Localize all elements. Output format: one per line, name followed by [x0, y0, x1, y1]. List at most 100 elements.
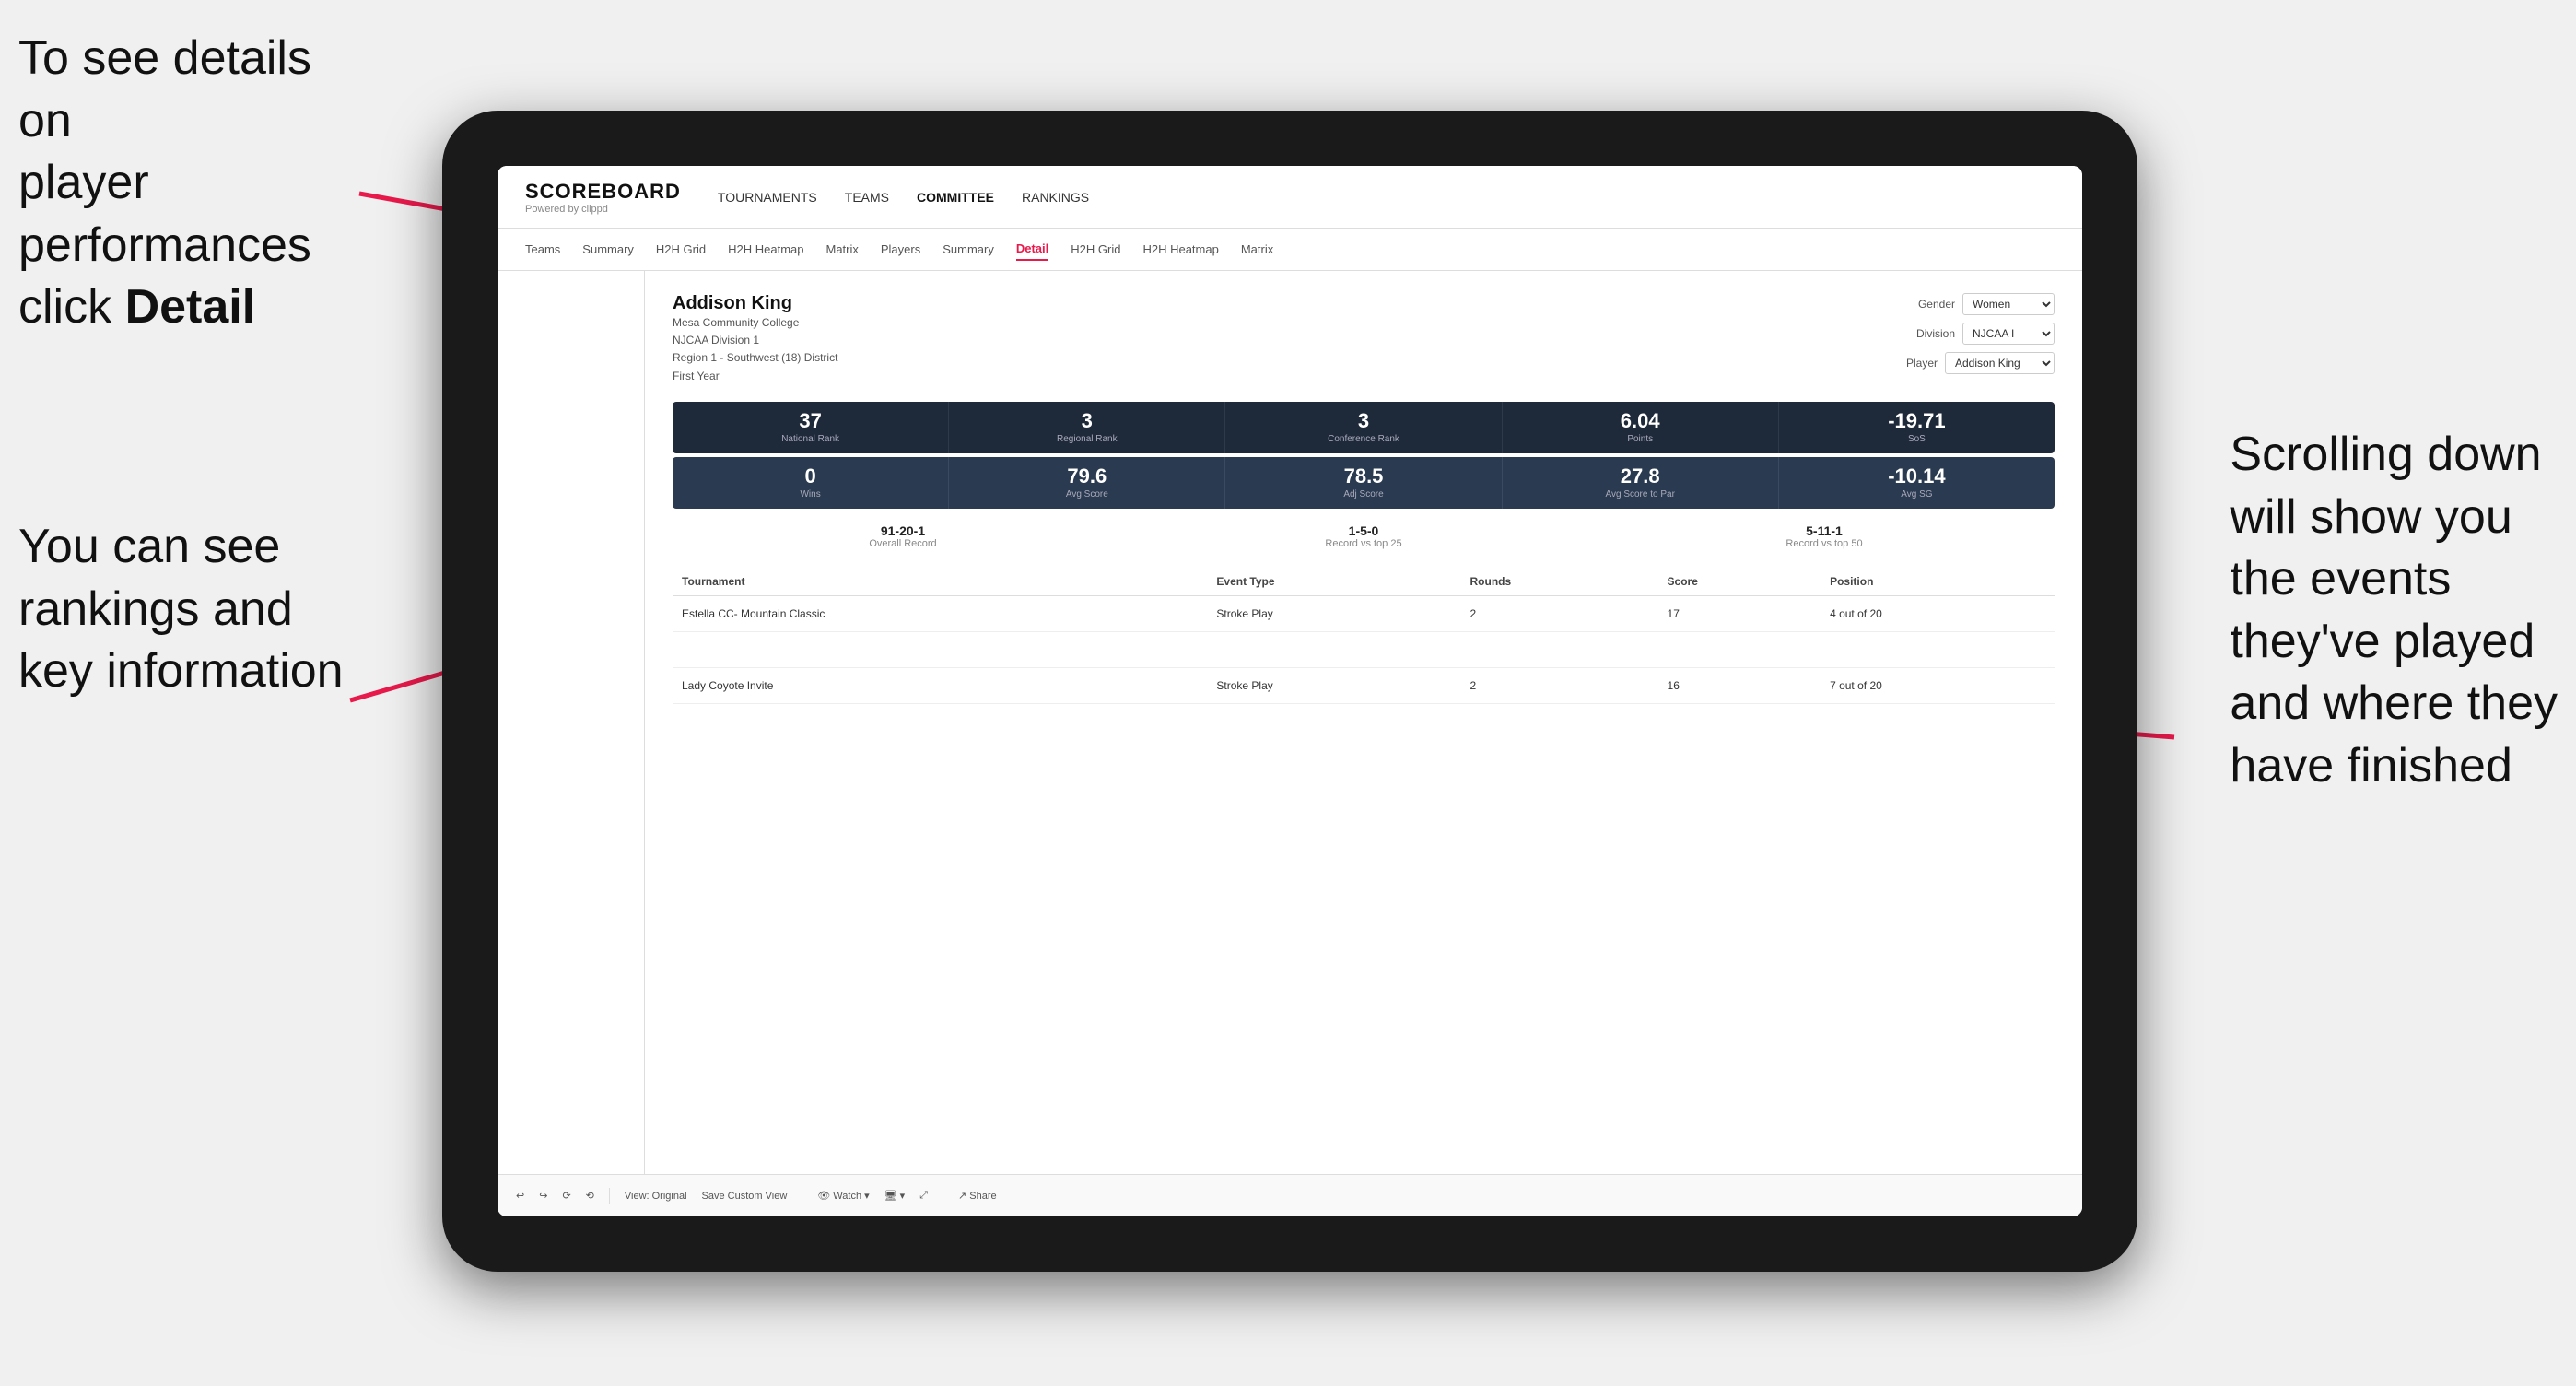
record-top50: 5-11-1 Record vs top 50: [1594, 523, 2055, 549]
toolbar-screen[interactable]: 🖥 ▾: [884, 1190, 906, 1202]
toolbar-share[interactable]: ↗ Share: [958, 1190, 997, 1202]
stat-national-rank: 37 National Rank: [673, 402, 949, 453]
stat-conference-rank-value: 3: [1236, 411, 1490, 431]
cell-position1: 4 out of 20: [1821, 595, 2055, 631]
stat-regional-rank-label: Regional Rank: [960, 434, 1213, 444]
stat-points: 6.04 Points: [1503, 402, 1779, 453]
toolbar-view-original[interactable]: View: Original: [625, 1191, 687, 1202]
stat-avg-sg-value: -10.14: [1790, 466, 2043, 487]
stat-conference-rank: 3 Conference Rank: [1225, 402, 1502, 453]
content-area: Addison King Mesa Community College NJCA…: [498, 271, 2082, 1174]
secondary-nav: Teams Summary H2H Grid H2H Heatmap Matri…: [498, 229, 2082, 271]
stat-avg-score-value: 79.6: [960, 466, 1213, 487]
record-top50-value: 5-11-1: [1594, 523, 2055, 538]
toolbar-watch[interactable]: 👁 Watch ▾: [817, 1190, 869, 1202]
cell-rounds2: 2: [1461, 667, 1658, 703]
nav-committee[interactable]: COMMITTEE: [917, 186, 994, 208]
record-top25-value: 1-5-0: [1133, 523, 1594, 538]
record-overall-value: 91-20-1: [673, 523, 1133, 538]
gender-control: Gender Women: [1918, 293, 2055, 315]
stat-points-label: Points: [1514, 434, 1767, 444]
tablet: SCOREBOARD Powered by clippd TOURNAMENTS…: [442, 111, 2137, 1272]
toolbar-redo[interactable]: ↪: [539, 1190, 547, 1202]
player-region: Region 1 - Southwest (18) District: [673, 349, 837, 367]
stat-avg-sg-label: Avg SG: [1790, 489, 2043, 499]
player-year: First Year: [673, 368, 837, 385]
cell-score2: 16: [1658, 667, 1821, 703]
nav-rankings[interactable]: RANKINGS: [1022, 186, 1089, 208]
stat-avg-score: 79.6 Avg Score: [949, 457, 1225, 509]
stat-wins-label: Wins: [684, 489, 937, 499]
col-position: Position: [1821, 568, 2055, 596]
toolbar-divider1: [609, 1188, 610, 1204]
tab-h2hgrid1[interactable]: H2H Grid: [656, 239, 706, 260]
player-name: Addison King: [673, 293, 837, 314]
tablet-screen: SCOREBOARD Powered by clippd TOURNAMENTS…: [498, 166, 2082, 1216]
stat-regional-rank-value: 3: [960, 411, 1213, 431]
stat-avg-score-par-value: 27.8: [1514, 466, 1767, 487]
stat-sos-label: SoS: [1790, 434, 2043, 444]
player-info: Addison King Mesa Community College NJCA…: [673, 293, 837, 385]
tab-h2hheatmap2[interactable]: H2H Heatmap: [1142, 239, 1218, 260]
record-overall: 91-20-1 Overall Record: [673, 523, 1133, 549]
toolbar-save-custom[interactable]: Save Custom View: [702, 1191, 788, 1202]
player-select[interactable]: Addison King: [1945, 352, 2055, 374]
table-header-row: Tournament Event Type Rounds Score Posit…: [673, 568, 2055, 596]
stat-avg-score-par-label: Avg Score to Par: [1514, 489, 1767, 499]
record-top25: 1-5-0 Record vs top 25: [1133, 523, 1594, 549]
player-header: Addison King Mesa Community College NJCA…: [673, 293, 2055, 385]
tab-h2hheatmap1[interactable]: H2H Heatmap: [728, 239, 803, 260]
top-nav: SCOREBOARD Powered by clippd TOURNAMENTS…: [498, 166, 2082, 229]
toolbar-undo[interactable]: ↩: [516, 1190, 524, 1202]
cell-position2: 7 out of 20: [1821, 667, 2055, 703]
table-row[interactable]: Estella CC- Mountain Classic Stroke Play…: [673, 595, 2055, 631]
records-row: 91-20-1 Overall Record 1-5-0 Record vs t…: [673, 523, 2055, 549]
annotation-bottomleft: You can see rankings and key information: [18, 516, 344, 703]
record-top50-label: Record vs top 50: [1594, 538, 2055, 549]
division-select[interactable]: NJCAA I: [1962, 323, 2055, 345]
main-content: Addison King Mesa Community College NJCA…: [645, 271, 2082, 1174]
stat-national-rank-value: 37: [684, 411, 937, 431]
stat-avg-sg: -10.14 Avg SG: [1779, 457, 2055, 509]
stat-adj-score-value: 78.5: [1236, 466, 1490, 487]
tab-matrix2[interactable]: Matrix: [1241, 239, 1273, 260]
col-rounds: Rounds: [1461, 568, 1658, 596]
nav-teams[interactable]: TEAMS: [845, 186, 889, 208]
stat-avg-score-label: Avg Score: [960, 489, 1213, 499]
tab-h2hgrid2[interactable]: H2H Grid: [1071, 239, 1120, 260]
stat-adj-score: 78.5 Adj Score: [1225, 457, 1502, 509]
tab-summary2[interactable]: Summary: [943, 239, 994, 260]
stat-sos-value: -19.71: [1790, 411, 2043, 431]
col-score: Score: [1658, 568, 1821, 596]
tab-teams[interactable]: Teams: [525, 239, 560, 260]
tab-summary1[interactable]: Summary: [582, 239, 634, 260]
col-event-type: Event Type: [1207, 568, 1460, 596]
stat-sos: -19.71 SoS: [1779, 402, 2055, 453]
annotation-right: Scrolling down will show you the events …: [2230, 424, 2558, 798]
player-label: Player: [1906, 357, 1938, 370]
stat-conference-rank-label: Conference Rank: [1236, 434, 1490, 444]
tab-players[interactable]: Players: [881, 239, 920, 260]
tab-detail[interactable]: Detail: [1016, 238, 1048, 261]
toolbar-refresh[interactable]: ⟳: [562, 1190, 570, 1202]
cell-rounds1: 2: [1461, 595, 1658, 631]
nav-tournaments[interactable]: TOURNAMENTS: [718, 186, 817, 208]
toolbar-expand[interactable]: ⤢: [919, 1190, 928, 1202]
stats-row2: 0 Wins 79.6 Avg Score 78.5 Adj Score 2: [673, 457, 2055, 509]
table-row[interactable]: [673, 631, 2055, 667]
player-division: NJCAA Division 1: [673, 332, 837, 349]
player-college: Mesa Community College: [673, 314, 837, 332]
cell-tournament2: Lady Coyote Invite: [673, 667, 1207, 703]
logo-title: SCOREBOARD: [525, 180, 681, 204]
stats-row1: 37 National Rank 3 Regional Rank 3 Confe…: [673, 402, 2055, 453]
cell-tournament-empty: [673, 631, 1207, 667]
player-control: Player Addison King: [1906, 352, 2055, 374]
annotation-topleft: To see details on player performances cl…: [18, 28, 369, 339]
cell-score1: 17: [1658, 595, 1821, 631]
tab-matrix1[interactable]: Matrix: [825, 239, 858, 260]
stat-national-rank-label: National Rank: [684, 434, 937, 444]
toolbar-back[interactable]: ⟲: [586, 1190, 594, 1202]
gender-select[interactable]: Women: [1962, 293, 2055, 315]
table-row[interactable]: Lady Coyote Invite Stroke Play 2 16 7 ou…: [673, 667, 2055, 703]
cell-tournament1: Estella CC- Mountain Classic: [673, 595, 1207, 631]
